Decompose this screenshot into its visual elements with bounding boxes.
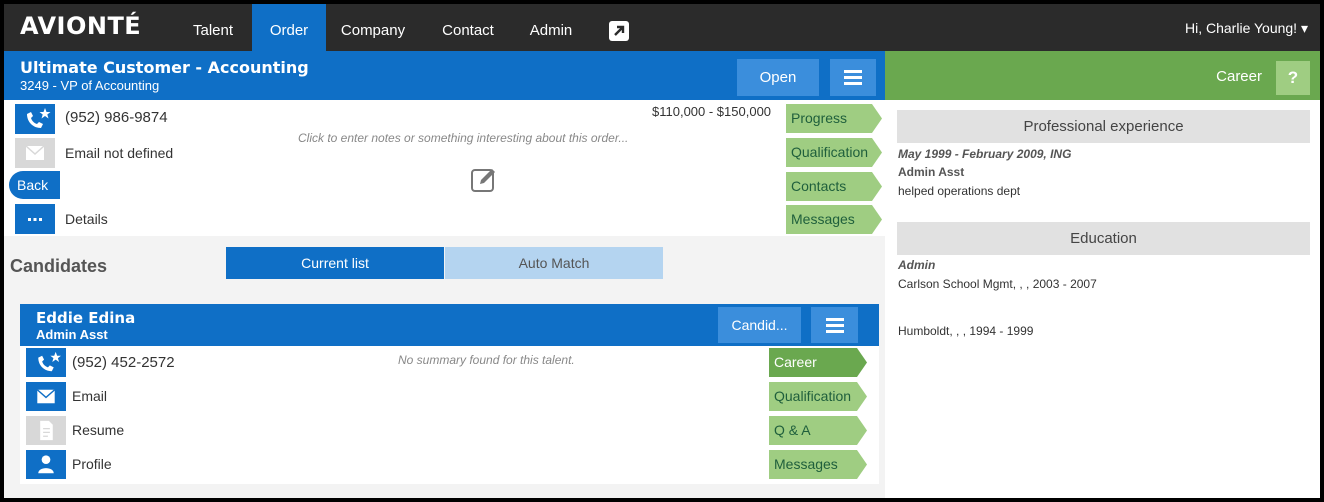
envelope-icon — [25, 145, 45, 160]
app-frame: AVIONTÉ Talent Order Company Contact Adm… — [4, 4, 1320, 498]
career-header: Career ? — [885, 51, 1320, 100]
phone-star-icon — [38, 351, 61, 372]
candidate-profile: Profile — [72, 456, 112, 472]
help-button[interactable]: ? — [1276, 61, 1310, 95]
experience-period: May 1999 - February 2009, ING — [898, 147, 1072, 161]
ellipsis-icon — [28, 218, 42, 221]
details-label: Details — [65, 211, 108, 227]
order-menu-button[interactable] — [830, 59, 876, 96]
candidate-body: (952) 452-2572 Email Resume Profile No s… — [20, 346, 879, 484]
logo: AVIONTÉ — [20, 12, 142, 40]
open-status-button[interactable]: Open — [737, 59, 819, 96]
candidate-header: Eddie Edina Admin Asst Candid... — [20, 304, 879, 346]
experience-description: helped operations dept — [898, 184, 1021, 198]
order-subtitle: 3249 - VP of Accounting — [20, 78, 160, 93]
email-order-button — [15, 138, 55, 168]
nav-order[interactable]: Order — [252, 4, 326, 51]
current-list-tab[interactable]: Current list — [226, 247, 444, 279]
email-candidate-button[interactable] — [26, 382, 66, 411]
experience-section-title: Professional experience — [897, 110, 1310, 143]
user-greeting: Hi, Charlie Young! — [1185, 20, 1298, 36]
tab-progress[interactable]: Progress — [786, 104, 882, 133]
order-header: Ultimate Customer - Accounting 3249 - VP… — [4, 51, 885, 100]
tab-qualification[interactable]: Qualification — [786, 138, 882, 167]
education-degree: Admin — [898, 258, 936, 272]
nav-company[interactable]: Company — [330, 4, 416, 51]
tab-candidate-career[interactable]: Career — [769, 348, 867, 377]
phone-star-icon — [27, 108, 51, 128]
nav-talent[interactable]: Talent — [180, 4, 246, 51]
user-icon — [38, 455, 54, 474]
document-icon — [40, 420, 53, 441]
education-section-title: Education — [897, 222, 1310, 255]
tab-candidate-qa[interactable]: Q & A — [769, 416, 867, 445]
edit-notes-icon[interactable] — [469, 165, 499, 195]
candidate-phone: (952) 452-2572 — [72, 354, 175, 371]
candidate-name[interactable]: Eddie Edina — [36, 309, 135, 327]
tab-contacts[interactable]: Contacts — [786, 172, 882, 201]
salary-range: $110,000 - $150,000 — [652, 104, 772, 119]
candidate-list: Eddie Edina Admin Asst Candid... (952) 4… — [4, 290, 885, 498]
candidate-role: Admin Asst — [36, 327, 108, 342]
call-order-button[interactable] — [15, 104, 55, 134]
nav-contact[interactable]: Contact — [432, 4, 504, 51]
order-notes[interactable]: Click to enter notes or something intere… — [298, 131, 628, 145]
education-school: Carlson School Mgmt, , , 2003 - 2007 — [898, 277, 1097, 291]
candidates-bar: Candidates Current list Auto Match — [4, 236, 885, 290]
candidate-summary: No summary found for this talent. — [398, 353, 575, 367]
order-email: Email not defined — [65, 145, 174, 161]
tab-messages[interactable]: Messages — [786, 205, 882, 234]
profile-button[interactable] — [26, 450, 66, 479]
order-info: (952) 986-9874 Email not defined Back De… — [4, 100, 885, 236]
auto-match-tab[interactable]: Auto Match — [445, 247, 663, 279]
back-button[interactable]: Back — [9, 171, 60, 199]
envelope-icon — [36, 389, 56, 404]
candidate-status-button[interactable]: Candid... — [718, 307, 801, 343]
candidates-title: Candidates — [10, 256, 108, 276]
career-panel: Professional experience May 1999 - Febru… — [885, 100, 1320, 498]
top-nav: AVIONTÉ Talent Order Company Contact Adm… — [4, 4, 1320, 51]
experience-title: Admin Asst — [898, 165, 965, 179]
career-header-label: Career — [1216, 68, 1262, 85]
call-candidate-button[interactable] — [26, 348, 66, 377]
user-menu[interactable]: Hi, Charlie Young! ▾ — [1185, 20, 1308, 37]
order-title: Ultimate Customer - Accounting — [20, 58, 309, 77]
details-button[interactable] — [15, 204, 55, 234]
candidate-menu-button[interactable] — [811, 307, 858, 343]
chevron-down-icon: ▾ — [1300, 20, 1308, 36]
candidate-email: Email — [72, 388, 108, 404]
nav-admin[interactable]: Admin — [520, 4, 582, 51]
tab-candidate-messages[interactable]: Messages — [769, 450, 867, 479]
order-phone: (952) 986-9874 — [65, 109, 168, 126]
external-link-icon[interactable] — [609, 21, 629, 41]
tab-candidate-qualification[interactable]: Qualification — [769, 382, 867, 411]
resume-button — [26, 416, 66, 445]
education-school: Humboldt, , , 1994 - 1999 — [898, 324, 1034, 338]
candidate-resume: Resume — [72, 422, 125, 438]
